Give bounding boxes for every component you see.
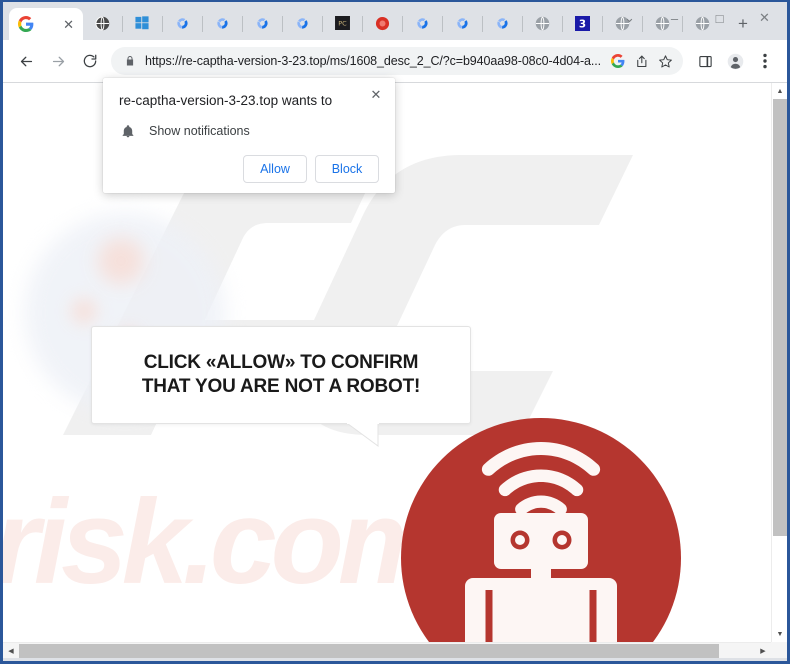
google-g-icon: [18, 16, 34, 32]
blue-3-icon: 3: [575, 16, 591, 32]
close-button[interactable]: ✕: [742, 2, 787, 34]
robot-wifi-icon: [401, 418, 681, 642]
window-controls: ⌄ – □ ✕: [607, 2, 787, 34]
scroll-left-arrow[interactable]: ◀: [3, 643, 19, 658]
notification-permission-dialog: ✕ re-captha-version-3-23.top wants to Sh…: [103, 78, 395, 193]
tab-chrome-1[interactable]: [163, 8, 203, 40]
tab-windows[interactable]: [123, 8, 163, 40]
google-lens-icon[interactable]: [611, 54, 625, 68]
forward-button[interactable]: [43, 46, 73, 76]
globe-gray-icon: [535, 16, 551, 32]
back-button[interactable]: [11, 46, 41, 76]
tab-chrome-5[interactable]: [403, 8, 443, 40]
callout-line-2: THAT YOU ARE NOT A ROBOT!: [141, 376, 421, 397]
bell-icon: [121, 124, 135, 139]
callout-line-1: CLICK «ALLOW» TO CONFIRM: [143, 352, 419, 374]
tab-dark-thumbnail[interactable]: PC: [323, 8, 363, 40]
tab-globe-gray-1[interactable]: [523, 8, 563, 40]
risk-text-watermark: risk.com: [3, 475, 445, 609]
side-panel-icon[interactable]: [691, 47, 719, 75]
tab-red-circle[interactable]: [363, 8, 403, 40]
background-blur-blob-pink-2: [71, 298, 97, 324]
scrollbar-corner: [771, 642, 787, 658]
chrome-c-icon: [495, 16, 511, 32]
bookmark-star-icon[interactable]: [658, 54, 673, 69]
scroll-down-arrow[interactable]: ▼: [772, 626, 787, 642]
windows-logo-icon: [135, 16, 151, 32]
chrome-c-icon: [455, 16, 471, 32]
background-blur-blob-pink: [98, 238, 144, 284]
tab-blue-3[interactable]: 3: [563, 8, 603, 40]
padlock-icon[interactable]: [124, 55, 136, 67]
chrome-c-icon: [215, 16, 231, 32]
tab-chrome-2[interactable]: [203, 8, 243, 40]
callout-bubble: CLICK «ALLOW» TO CONFIRM THAT YOU ARE NO…: [91, 326, 471, 424]
callout-text: CLICK «ALLOW» TO CONFIRM THAT YOU ARE NO…: [142, 351, 420, 399]
share-icon[interactable]: [634, 54, 649, 69]
tab-search-button[interactable]: ⌄: [607, 2, 652, 34]
browser-window: ✕ PC 3 + ⌄ – □ ✕ https://re-captha-versi…: [0, 0, 790, 664]
tab-chrome-4[interactable]: [283, 8, 323, 40]
dialog-title: re-captha-version-3-23.top wants to: [119, 93, 333, 108]
profile-avatar-icon[interactable]: [721, 47, 749, 75]
more-menu-icon[interactable]: [751, 47, 779, 75]
globe-dark-icon: [95, 16, 111, 32]
tab-strip: ✕ PC 3 + ⌄ – □ ✕: [3, 2, 787, 40]
permission-row: Show notifications: [119, 124, 379, 139]
chrome-c-icon: [255, 16, 271, 32]
dark-thumbnail-icon: PC: [335, 16, 351, 32]
tab-chrome-3[interactable]: [243, 8, 283, 40]
maximize-button[interactable]: □: [697, 2, 742, 34]
chrome-c-icon: [175, 16, 191, 32]
address-bar[interactable]: https://re-captha-version-3-23.top/ms/16…: [111, 47, 683, 75]
tab-active[interactable]: ✕: [9, 8, 83, 40]
vertical-scroll-thumb[interactable]: [773, 99, 787, 536]
tab-close-icon[interactable]: ✕: [63, 18, 74, 31]
dialog-actions: Allow Block: [119, 154, 379, 183]
svg-text:PC: PC: [338, 19, 347, 27]
chrome-c-icon: [295, 16, 311, 32]
red-circle-icon: [375, 16, 391, 32]
scroll-up-arrow[interactable]: ▲: [772, 83, 787, 99]
callout-tail: [345, 422, 381, 447]
url-text[interactable]: https://re-captha-version-3-23.top/ms/16…: [145, 54, 602, 68]
allow-button[interactable]: Allow: [243, 154, 307, 183]
chrome-c-icon: [415, 16, 431, 32]
horizontal-scrollbar[interactable]: ◀ ▶: [3, 642, 771, 658]
permission-label: Show notifications: [149, 124, 250, 139]
minimize-button[interactable]: –: [652, 2, 697, 34]
tab-globe-dark[interactable]: [83, 8, 123, 40]
reload-button[interactable]: [75, 46, 105, 76]
dialog-close-icon[interactable]: ✕: [367, 86, 385, 104]
tab-chrome-6[interactable]: [443, 8, 483, 40]
browser-toolbar: https://re-captha-version-3-23.top/ms/16…: [3, 40, 787, 82]
scroll-right-arrow[interactable]: ▶: [755, 643, 771, 658]
svg-text:3: 3: [579, 18, 586, 30]
horizontal-scroll-thumb[interactable]: [19, 644, 719, 658]
block-button[interactable]: Block: [315, 154, 379, 183]
tab-chrome-7[interactable]: [483, 8, 523, 40]
vertical-scrollbar[interactable]: ▲ ▼: [771, 83, 787, 642]
